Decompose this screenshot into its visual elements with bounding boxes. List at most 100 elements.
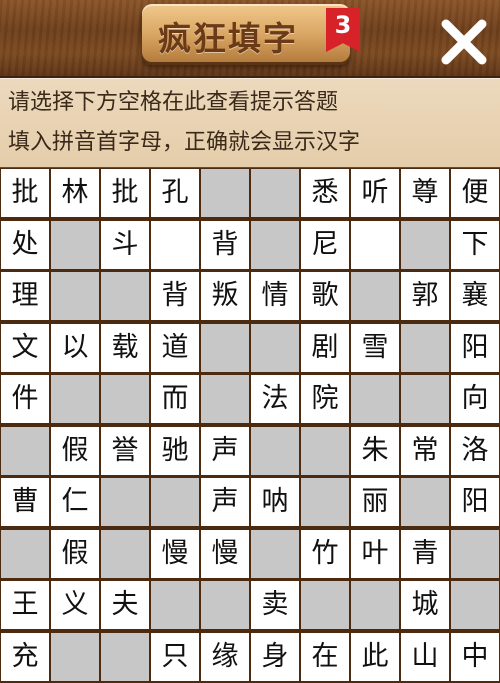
hint-instruction-select: 请选择下方空格在此查看提示答题 <box>8 90 339 115</box>
grid-cell[interactable]: 驰 <box>151 426 199 475</box>
grid-cell-blocked <box>101 529 149 578</box>
grid-cell[interactable]: 阳 <box>451 478 499 526</box>
grid-cell[interactable]: 假 <box>51 426 99 475</box>
grid-cell-blocked <box>101 272 149 320</box>
grid-cell-blocked <box>401 323 449 372</box>
grid-cell[interactable]: 批 <box>1 169 49 217</box>
grid-cell-blocked <box>401 478 449 526</box>
grid-cell[interactable]: 充 <box>1 632 49 681</box>
grid-cell-blocked <box>151 581 199 629</box>
game-title: 疯狂填字 <box>158 19 298 58</box>
grid-cell[interactable]: 声 <box>201 426 249 475</box>
grid-cell[interactable]: 洛 <box>451 426 499 475</box>
grid-cell[interactable] <box>151 220 199 269</box>
grid-cell[interactable]: 剧 <box>301 323 349 372</box>
grid-cell[interactable]: 青 <box>401 529 449 578</box>
grid-cell-blocked <box>251 323 299 372</box>
grid-cell[interactable]: 假 <box>51 529 99 578</box>
grid-cell-blocked <box>51 375 99 423</box>
grid-cell[interactable]: 下 <box>451 220 499 269</box>
grid-cell[interactable]: 在 <box>301 632 349 681</box>
grid-cell[interactable]: 阳 <box>451 323 499 372</box>
grid-cell[interactable]: 院 <box>301 375 349 423</box>
grid-cell[interactable]: 听 <box>351 169 399 217</box>
grid-cell[interactable]: 常 <box>401 426 449 475</box>
grid-cell-blocked <box>351 272 399 320</box>
grid-cell[interactable]: 处 <box>1 220 49 269</box>
grid-cell-blocked <box>101 478 149 526</box>
grid-cell[interactable]: 夫 <box>101 581 149 629</box>
grid-cell-blocked <box>101 375 149 423</box>
grid-cell-blocked <box>201 581 249 629</box>
crossword-grid: 批林批孔悉听尊便处斗背尼下理背叛情歌郭襄文以载道剧雪阳件而法院向假誉驰声朱常洛曹… <box>0 168 500 683</box>
grid-cell[interactable]: 尼 <box>301 220 349 269</box>
grid-cell[interactable]: 理 <box>1 272 49 320</box>
grid-cell-blocked <box>251 220 299 269</box>
grid-cell[interactable]: 曹 <box>1 478 49 526</box>
grid-cell-blocked <box>401 375 449 423</box>
grid-cell[interactable]: 情 <box>251 272 299 320</box>
grid-cell-blocked <box>1 426 49 475</box>
grid-cell[interactable] <box>351 220 399 269</box>
grid-cell[interactable]: 孔 <box>151 169 199 217</box>
grid-cell[interactable]: 便 <box>451 169 499 217</box>
grid-cell[interactable]: 只 <box>151 632 199 681</box>
grid-cell-blocked <box>251 426 299 475</box>
grid-cell-blocked <box>201 323 249 372</box>
close-x-icon <box>441 19 487 65</box>
grid-cell[interactable]: 件 <box>1 375 49 423</box>
level-badge: 3 <box>326 8 360 52</box>
grid-cell[interactable]: 中 <box>451 632 499 681</box>
grid-cell[interactable]: 山 <box>401 632 449 681</box>
grid-cell[interactable]: 道 <box>151 323 199 372</box>
grid-cell[interactable]: 郭 <box>401 272 449 320</box>
grid-cell[interactable]: 载 <box>101 323 149 372</box>
grid-cell[interactable]: 竹 <box>301 529 349 578</box>
grid-cell[interactable]: 斗 <box>101 220 149 269</box>
grid-cell-blocked <box>301 426 349 475</box>
grid-cell[interactable]: 林 <box>51 169 99 217</box>
grid-cell[interactable]: 卖 <box>251 581 299 629</box>
grid-cell-blocked <box>401 220 449 269</box>
grid-cell[interactable]: 呐 <box>251 478 299 526</box>
grid-cell[interactable]: 叶 <box>351 529 399 578</box>
grid-cell[interactable]: 悉 <box>301 169 349 217</box>
grid-cell[interactable]: 歌 <box>301 272 349 320</box>
grid-cell[interactable]: 仁 <box>51 478 99 526</box>
grid-cell-blocked <box>251 169 299 217</box>
grid-cell[interactable]: 背 <box>151 272 199 320</box>
grid-cell[interactable]: 声 <box>201 478 249 526</box>
grid-cell[interactable]: 义 <box>51 581 99 629</box>
grid-cell[interactable]: 此 <box>351 632 399 681</box>
grid-cell-blocked <box>201 375 249 423</box>
grid-cell[interactable]: 向 <box>451 375 499 423</box>
grid-cell[interactable]: 批 <box>101 169 149 217</box>
grid-cell[interactable]: 城 <box>401 581 449 629</box>
grid-cell[interactable]: 尊 <box>401 169 449 217</box>
grid-cell-blocked <box>251 529 299 578</box>
grid-cell[interactable]: 王 <box>1 581 49 629</box>
close-button[interactable] <box>438 16 490 68</box>
grid-cell[interactable]: 背 <box>201 220 249 269</box>
grid-cell[interactable]: 法 <box>251 375 299 423</box>
grid-cell[interactable]: 襄 <box>451 272 499 320</box>
grid-cell[interactable]: 以 <box>51 323 99 372</box>
grid-cell-blocked <box>51 272 99 320</box>
grid-cell[interactable]: 慢 <box>151 529 199 578</box>
grid-cell[interactable]: 慢 <box>201 529 249 578</box>
grid-cell[interactable]: 雪 <box>351 323 399 372</box>
hint-instruction-input: 填入拼音首字母，正确就会显示汉字 <box>8 130 361 155</box>
grid-cell[interactable]: 缘 <box>201 632 249 681</box>
grid-cell[interactable]: 丽 <box>351 478 399 526</box>
grid-cell[interactable]: 朱 <box>351 426 399 475</box>
grid-cell[interactable]: 誉 <box>101 426 149 475</box>
grid-cell[interactable]: 文 <box>1 323 49 372</box>
grid-cell-blocked <box>351 375 399 423</box>
grid-cell-blocked <box>301 478 349 526</box>
grid-cell-blocked <box>351 581 399 629</box>
grid-cell[interactable]: 叛 <box>201 272 249 320</box>
grid-cell[interactable]: 而 <box>151 375 199 423</box>
grid-cell[interactable]: 身 <box>251 632 299 681</box>
grid-cell-blocked <box>1 529 49 578</box>
grid-cell-blocked <box>301 581 349 629</box>
